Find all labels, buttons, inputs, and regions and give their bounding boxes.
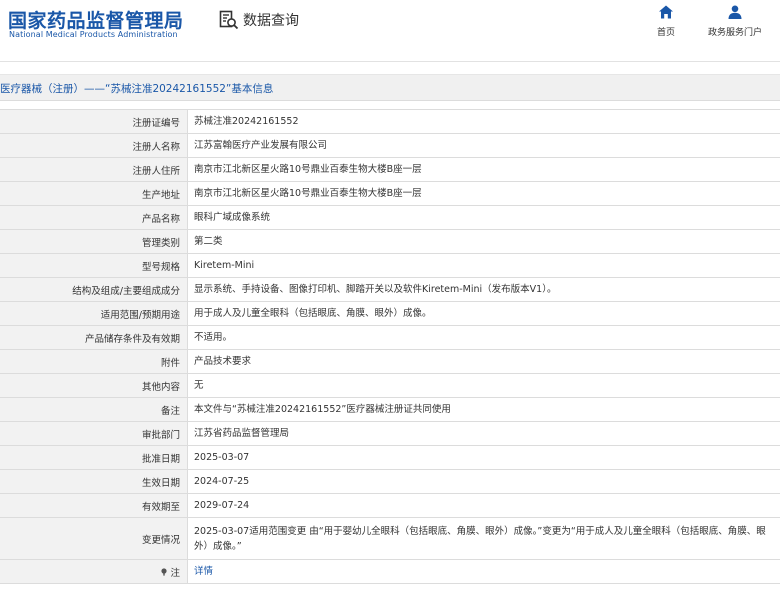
nav-home[interactable]: 首页: [652, 4, 680, 38]
row-label: 生效日期: [0, 470, 188, 493]
table-row: 适用范围/预期用途 用于成人及儿童全眼科（包括眼底、角膜、眼外）成像。: [0, 302, 780, 326]
row-value: 本文件与“苏械注准20242161552”医疗器械注册证共同使用: [194, 404, 451, 415]
row-label: 产品储存条件及有效期: [0, 326, 188, 349]
row-label: 管理类别: [0, 230, 188, 253]
row-label: 变更情况: [0, 518, 188, 559]
table-row: 注 详情: [0, 560, 780, 584]
row-label: 结构及组成/主要组成成分: [0, 278, 188, 301]
table-row: 注册证编号 苏械注准20242161552: [0, 110, 780, 134]
detail-table: 注册证编号 苏械注准20242161552 注册人名称 江苏富翰医疗产业发展有限…: [0, 109, 780, 584]
table-row: 结构及组成/主要组成成分 显示系统、手持设备、图像打印机、脚踏开关以及软件Kir…: [0, 278, 780, 302]
home-icon: [659, 5, 673, 19]
user-icon: [728, 5, 742, 19]
row-label: 生产地址: [0, 182, 188, 205]
row-label: 适用范围/预期用途: [0, 302, 188, 325]
row-label: 注册人住所: [0, 158, 188, 181]
table-row: 有效期至 2029-07-24: [0, 494, 780, 518]
row-label: 产品名称: [0, 206, 188, 229]
row-value: 南京市江北新区星火路10号鼎业百泰生物大楼B座一层: [194, 188, 422, 199]
row-value: 显示系统、手持设备、图像打印机、脚踏开关以及软件Kiretem-Mini（发布版…: [194, 284, 557, 295]
row-label: 型号规格: [0, 254, 188, 277]
row-value: 苏械注准20242161552: [194, 116, 299, 127]
row-value: 无: [194, 380, 204, 391]
row-value: 2024-07-25: [194, 476, 250, 487]
row-value: 产品技术要求: [194, 356, 252, 367]
table-row: 备注 本文件与“苏械注准20242161552”医疗器械注册证共同使用: [0, 398, 780, 422]
nav-service-label: 政务服务门户: [707, 28, 762, 38]
table-row: 型号规格 Kiretem-Mini: [0, 254, 780, 278]
row-value: Kiretem-Mini: [194, 260, 255, 271]
row-value: 江苏富翰医疗产业发展有限公司: [194, 140, 328, 151]
row-label: 附件: [0, 350, 188, 373]
table-row: 生产地址 南京市江北新区星火路10号鼎业百泰生物大楼B座一层: [0, 182, 780, 206]
row-label: 备注: [0, 398, 188, 421]
row-label-note: 注: [0, 560, 188, 583]
table-row: 注册人住所 南京市江北新区星火路10号鼎业百泰生物大楼B座一层: [0, 158, 780, 182]
details-link[interactable]: 详情: [194, 564, 213, 579]
note-icon: [161, 567, 168, 576]
site-logo-en[interactable]: National Medical Products Administration: [9, 30, 178, 39]
row-value: 第二类: [194, 236, 223, 247]
table-row: 管理类别 第二类: [0, 230, 780, 254]
header-divider: [0, 61, 780, 62]
row-label: 注: [170, 567, 180, 579]
row-value: 江苏省药品监督管理局: [194, 428, 290, 439]
row-label: 有效期至: [0, 494, 188, 517]
row-value: 不适用。: [194, 332, 233, 343]
table-row: 产品储存条件及有效期 不适用。: [0, 326, 780, 350]
table-row: 批准日期 2025-03-07: [0, 446, 780, 470]
row-label: 注册人名称: [0, 134, 188, 157]
table-row: 变更情况 2025-03-07适用范围变更 由“用于婴幼儿全眼科（包括眼底、角膜…: [0, 518, 780, 560]
row-value: 2025-03-07: [194, 452, 250, 463]
row-label: 审批部门: [0, 422, 188, 445]
record-title: 医疗器械（注册）——“苏械注准20242161552”基本信息: [0, 83, 274, 95]
table-row: 其他内容 无: [0, 374, 780, 398]
data-query-label: 数据查询: [243, 13, 299, 29]
table-row: 产品名称 眼科广域成像系统: [0, 206, 780, 230]
row-value: 2025-03-07适用范围变更 由“用于婴幼儿全眼科（包括眼底、角膜、眼外）成…: [194, 525, 766, 552]
row-value: 眼科广域成像系统: [194, 212, 271, 223]
table-row: 附件 产品技术要求: [0, 350, 780, 374]
row-value: 详情: [188, 560, 780, 583]
row-value: 南京市江北新区星火路10号鼎业百泰生物大楼B座一层: [194, 164, 422, 175]
data-query-icon: [219, 10, 239, 30]
row-label: 注册证编号: [0, 110, 188, 133]
row-label: 其他内容: [0, 374, 188, 397]
nav-service-portal[interactable]: 政务服务门户: [700, 4, 770, 38]
data-query-link[interactable]: 数据查询: [219, 9, 299, 31]
row-value: 用于成人及儿童全眼科（包括眼底、角膜、眼外）成像。: [194, 308, 432, 319]
table-row: 注册人名称 江苏富翰医疗产业发展有限公司: [0, 134, 780, 158]
row-value: 2029-07-24: [194, 500, 250, 511]
nav-home-label: 首页: [656, 28, 675, 38]
table-row: 生效日期 2024-07-25: [0, 470, 780, 494]
record-title-bar: 医疗器械（注册）——“苏械注准20242161552”基本信息: [0, 74, 780, 101]
site-logo-cn[interactable]: 国家药品监督管理局: [8, 6, 184, 33]
page-header: 国家药品监督管理局 National Medical Products Admi…: [0, 0, 780, 62]
table-row: 审批部门 江苏省药品监督管理局: [0, 422, 780, 446]
row-label: 批准日期: [0, 446, 188, 469]
